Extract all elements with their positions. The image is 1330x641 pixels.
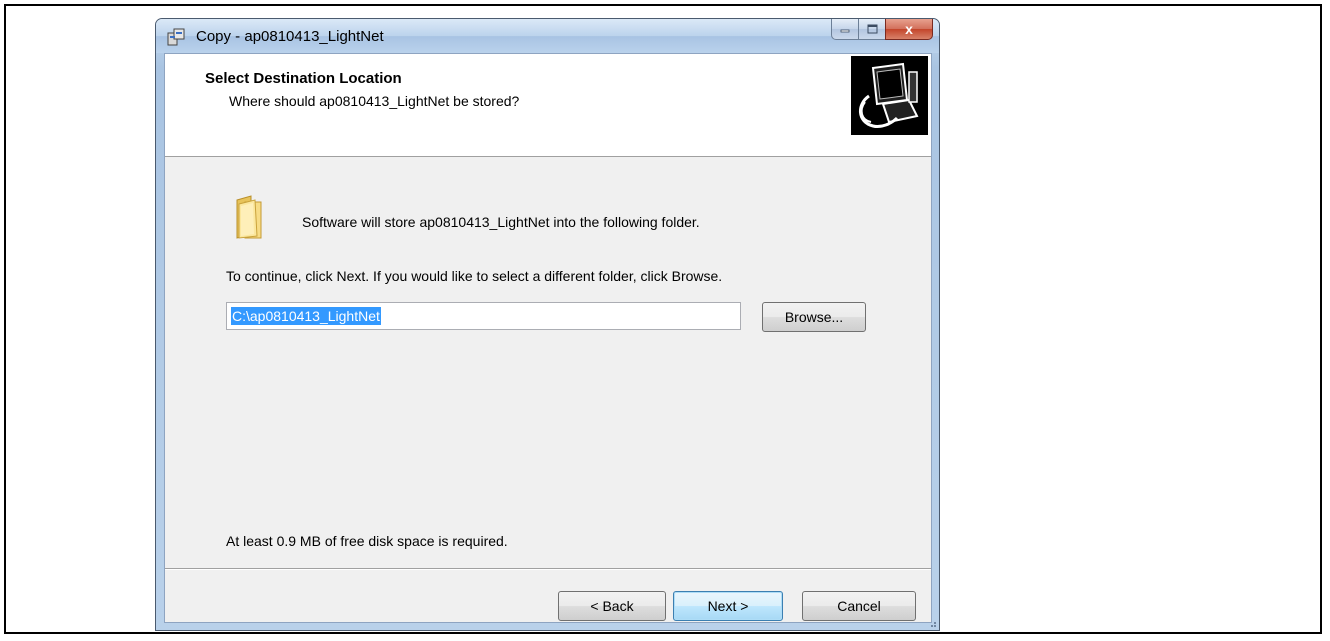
wizard-header: Select Destination Location Where should… <box>165 54 931 157</box>
disk-space-text: At least 0.9 MB of free disk space is re… <box>226 533 508 549</box>
maximize-icon <box>867 24 877 34</box>
maximize-button[interactable] <box>858 19 885 40</box>
title-bar[interactable]: Copy - ap0810413_LightNet x <box>156 19 939 53</box>
close-button[interactable]: x <box>885 19 933 40</box>
dialog-client-area: Select Destination Location Where should… <box>164 53 932 623</box>
folder-icon <box>236 195 262 239</box>
setup-window: Copy - ap0810413_LightNet x Select Desti… <box>155 18 940 631</box>
close-icon: x <box>905 21 913 37</box>
resize-grip-icon[interactable] <box>927 618 937 628</box>
browse-button[interactable]: Browse... <box>762 302 866 332</box>
setup-app-icon <box>167 28 185 46</box>
destination-path-value: C:\ap0810413_LightNet <box>231 307 381 325</box>
next-button[interactable]: Next > <box>673 591 783 621</box>
info-text: Software will store ap0810413_LightNet i… <box>302 214 700 230</box>
cancel-button[interactable]: Cancel <box>802 591 916 621</box>
caption-buttons: x <box>831 19 933 40</box>
back-button[interactable]: < Back <box>558 591 666 621</box>
installer-computer-icon <box>851 56 928 135</box>
minimize-icon <box>840 29 850 33</box>
destination-path-input[interactable]: C:\ap0810413_LightNet <box>226 302 741 330</box>
instruction-text: To continue, click Next. If you would li… <box>226 268 723 284</box>
minimize-button[interactable] <box>831 19 858 40</box>
page-title: Select Destination Location <box>205 70 402 87</box>
footer-separator <box>165 568 931 570</box>
window-title: Copy - ap0810413_LightNet <box>196 28 384 45</box>
page-subtitle: Where should ap0810413_LightNet be store… <box>229 93 520 109</box>
